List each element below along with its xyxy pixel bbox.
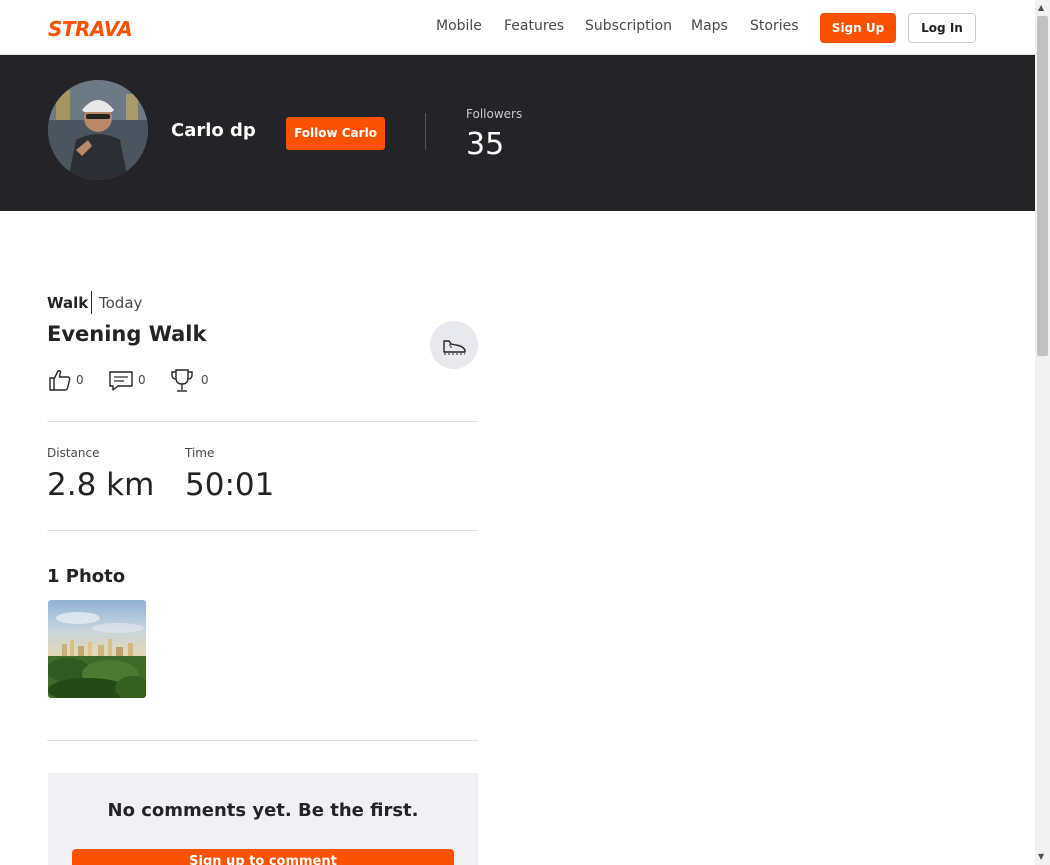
scroll-up-arrow-icon[interactable]: ▲ <box>1038 3 1044 12</box>
page: STRAVA Mobile Features Subscription Maps… <box>0 0 1035 865</box>
kudos-count: 0 <box>76 373 84 387</box>
comments-button[interactable]: 0 <box>109 368 149 394</box>
stat-time-label: Time <box>185 446 215 460</box>
avatar-photo <box>48 80 148 180</box>
nav-stories[interactable]: Stories <box>750 18 799 34</box>
comments-section: No comments yet. Be the first. Sign up t… <box>48 773 478 865</box>
trophy-icon <box>171 369 193 392</box>
followers-count: 35 <box>466 127 505 162</box>
achievements-button[interactable]: 0 <box>170 368 210 394</box>
athlete-name[interactable]: Carlo dp <box>171 120 256 141</box>
nav-maps[interactable]: Maps <box>691 18 728 34</box>
athlete-banner: Carlo dp Follow Carlo Followers 35 <box>0 55 1035 211</box>
no-comments-text: No comments yet. Be the first. <box>107 800 419 821</box>
scroll-down-arrow-icon[interactable]: ▼ <box>1038 852 1044 861</box>
activity-photo-image <box>48 600 146 698</box>
athlete-avatar[interactable] <box>48 80 148 180</box>
divider <box>47 421 478 422</box>
vertical-scrollbar[interactable]: ▲ ▼ <box>1035 0 1050 865</box>
signup-to-comment-button[interactable]: Sign up to comment <box>72 849 454 865</box>
nav-features[interactable]: Features <box>504 18 564 34</box>
follow-button[interactable]: Follow Carlo <box>286 117 385 150</box>
nav-mobile[interactable]: Mobile <box>436 18 482 34</box>
stat-time-value: 50:01 <box>185 467 275 503</box>
activity-type: Walk <box>47 294 89 312</box>
sport-badge <box>430 321 478 369</box>
followers-label: Followers <box>466 107 523 121</box>
signup-button[interactable]: Sign Up <box>820 13 896 43</box>
top-nav: STRAVA Mobile Features Subscription Maps… <box>0 0 1035 55</box>
activity-title: Evening Walk <box>47 322 207 346</box>
divider <box>47 530 478 531</box>
nav-subscription[interactable]: Subscription <box>585 18 672 34</box>
comments-count: 0 <box>138 373 146 387</box>
strava-logo[interactable]: STRAVA <box>48 17 133 41</box>
achievements-count: 0 <box>201 373 209 387</box>
stat-distance-label: Distance <box>47 446 100 460</box>
shoe-icon <box>443 340 466 355</box>
photos-heading: 1 Photo <box>47 566 126 587</box>
kudos-button[interactable]: 0 <box>48 368 88 394</box>
scroll-thumb[interactable] <box>1037 16 1048 356</box>
activity-date: Today <box>99 294 143 312</box>
type-separator <box>91 291 92 314</box>
login-button[interactable]: Log In <box>908 13 976 43</box>
stat-distance-value: 2.8 km <box>47 467 155 503</box>
comment-icon <box>109 371 133 391</box>
thumbs-up-icon <box>49 369 71 391</box>
activity-photo[interactable] <box>48 600 146 698</box>
divider <box>47 740 478 741</box>
banner-divider <box>425 113 426 150</box>
